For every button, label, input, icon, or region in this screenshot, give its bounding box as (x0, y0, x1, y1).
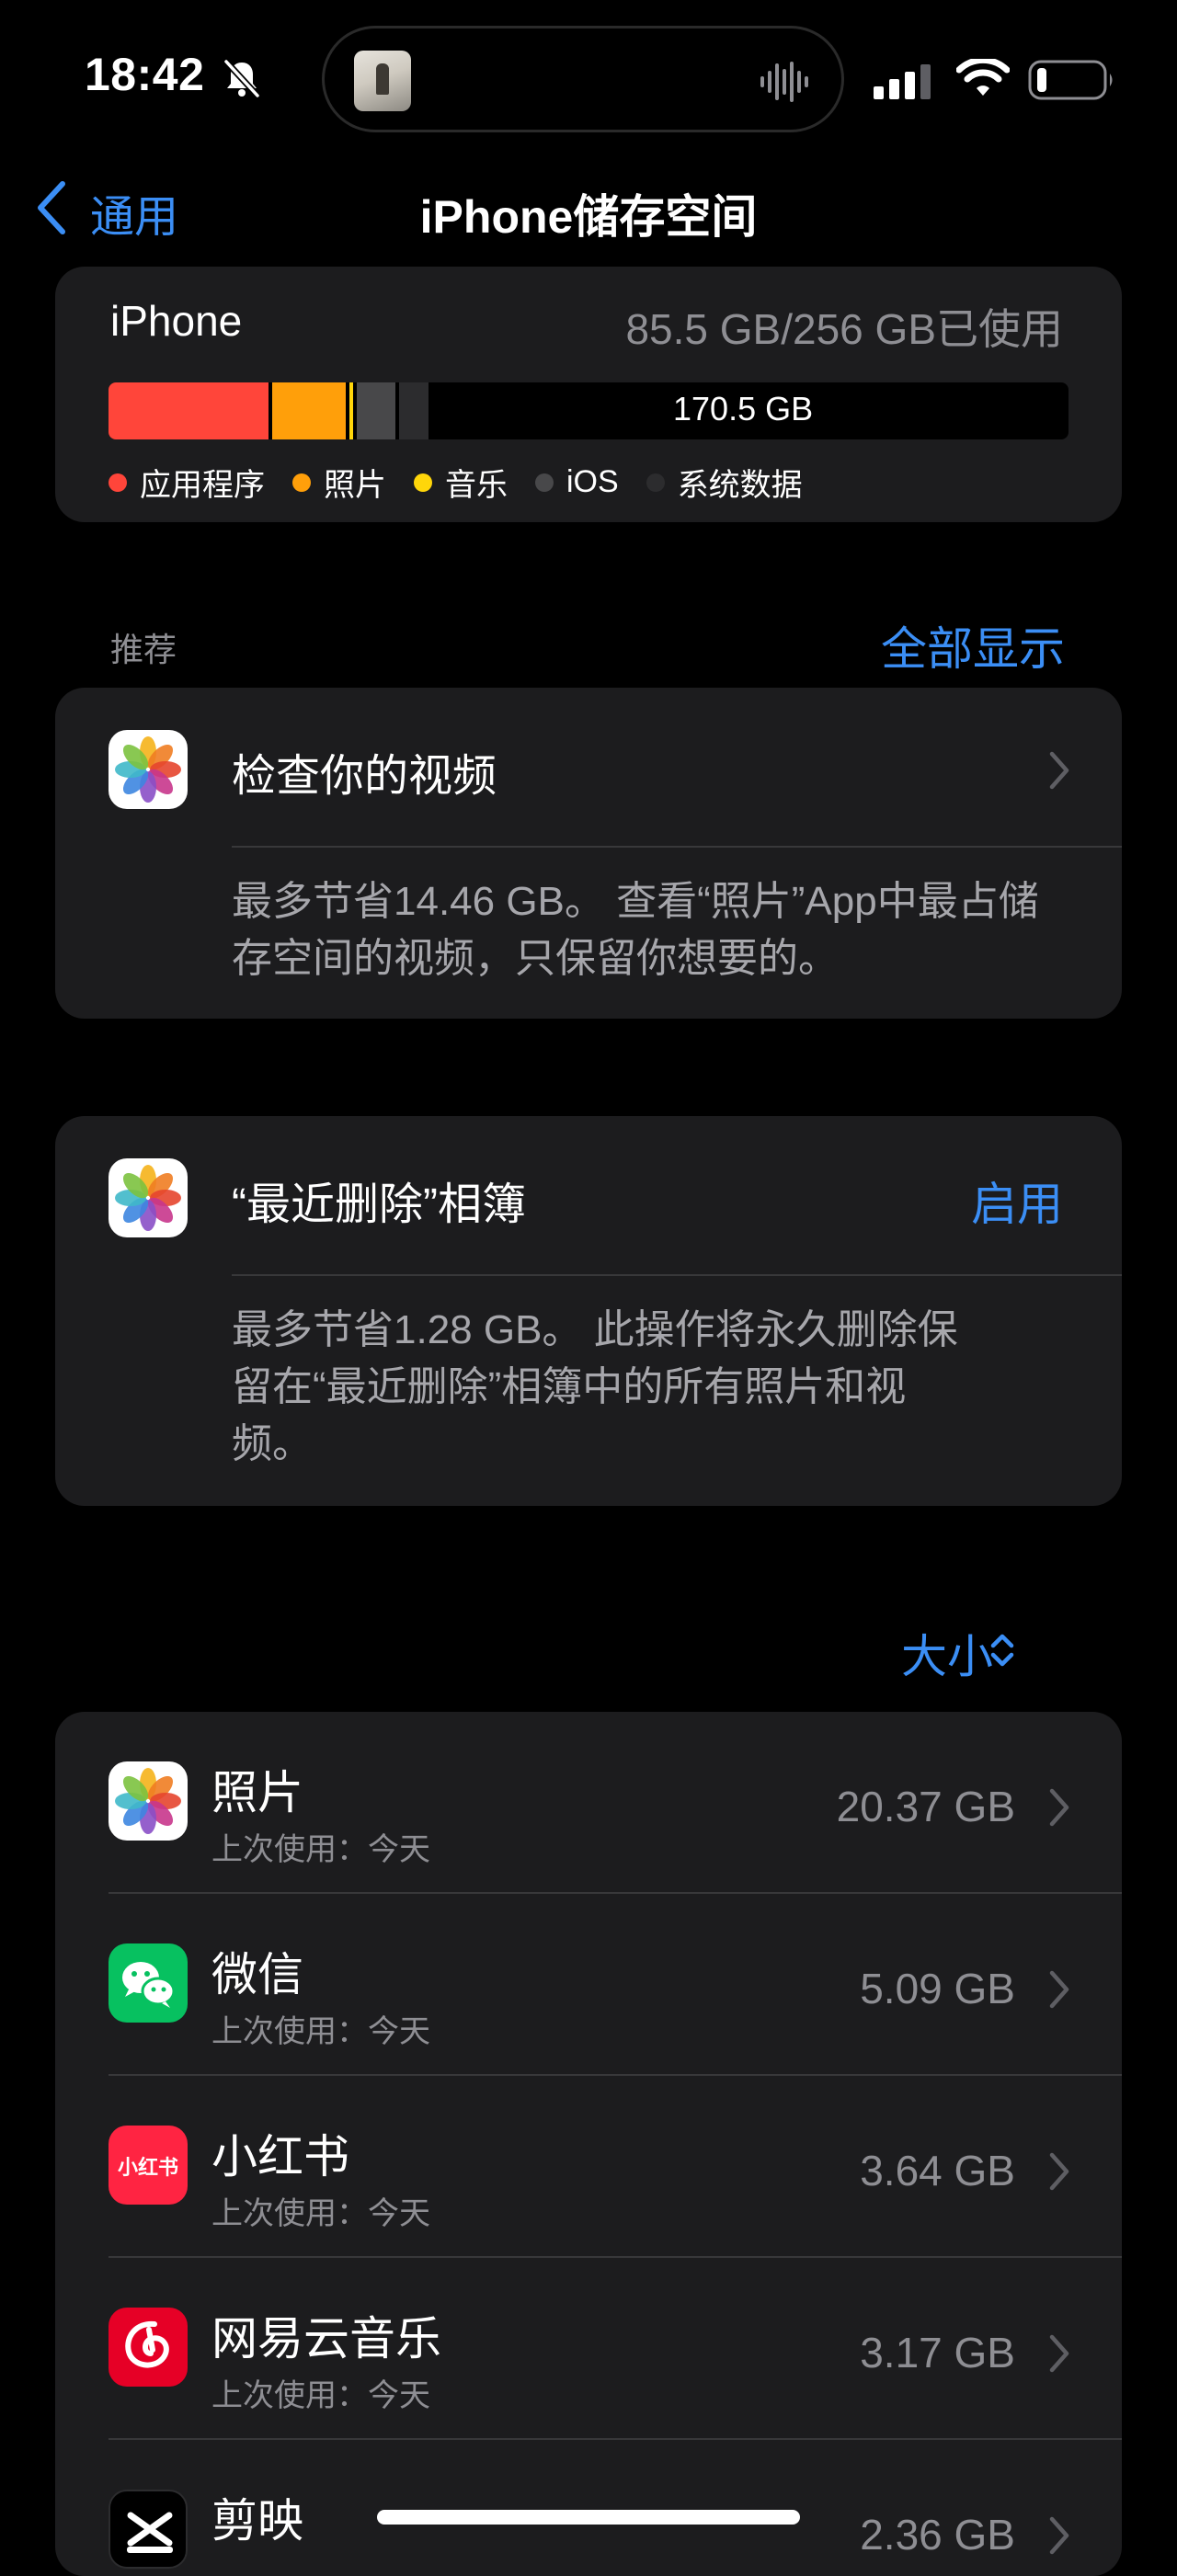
app-name: 小红书 (211, 2131, 349, 2183)
legend-item: 系统数据 (646, 460, 803, 505)
legend-item: 音乐 (414, 460, 508, 505)
chevron-right-icon (1048, 2151, 1070, 2192)
list-item[interactable]: 剪映 2.36 GB (55, 2440, 1122, 2576)
app-last-used: 上次使用：今天 (211, 2014, 430, 2049)
bar-segment-system-data (399, 382, 429, 439)
storage-usage-bar: 170.5 GB (109, 382, 1068, 439)
photos-icon (109, 730, 188, 809)
recommendation-title: “最近删除”相簿 (232, 1180, 526, 1229)
photos-icon (109, 1158, 188, 1237)
audio-waveform-icon (760, 62, 808, 102)
app-name: 网易云音乐 (211, 2313, 441, 2365)
legend-dot (535, 473, 554, 492)
xiaohongshu-logo-text: 小红书 (117, 2156, 178, 2179)
chevron-right-icon (1048, 2515, 1070, 2556)
storage-usage-text: 85.5 GB/256 GB已使用 (625, 305, 1063, 353)
wifi-icon (956, 59, 1010, 96)
bar-segment-photos (272, 382, 346, 439)
legend-item: 照片 (292, 460, 386, 505)
chevron-right-icon (1048, 1787, 1070, 1828)
battery-icon (1028, 60, 1113, 100)
legend-label: 应用程序 (140, 468, 265, 503)
enable-button[interactable]: 启用 (971, 1168, 1063, 1234)
app-name: 照片 (211, 1767, 303, 1818)
device-name: iPhone (110, 297, 243, 345)
show-all-button[interactable]: 全部显示 (881, 612, 1065, 678)
list-item[interactable]: 微信 上次使用：今天 5.09 GB (55, 1894, 1122, 2076)
legend-dot (292, 473, 311, 492)
bar-segment-apps (109, 382, 269, 439)
recommendation-review-videos[interactable]: 检查你的视频 最多节省14.46 GB。 查看“照片”App中最占储存空间的视频… (55, 688, 1122, 1019)
app-size: 3.64 GB (860, 2147, 1015, 2194)
bell-slash-icon (223, 59, 260, 98)
home-indicator[interactable] (377, 2510, 800, 2525)
storage-summary-card: iPhone 85.5 GB/256 GB已使用 170.5 GB 应用程序 照片… (55, 267, 1122, 522)
app-size: 20.37 GB (836, 1783, 1015, 1830)
list-item[interactable]: 照片 上次使用：今天 20.37 GB (55, 1712, 1122, 1894)
capcut-icon (109, 2490, 188, 2569)
dynamic-island[interactable] (322, 26, 844, 132)
app-name: 剪映 (211, 2495, 303, 2547)
storage-legend: 应用程序 照片 音乐 iOS 系统数据 (109, 460, 803, 505)
free-space-label: 170.5 GB (673, 390, 814, 427)
app-size: 2.36 GB (860, 2511, 1015, 2559)
recommendation-title: 检查你的视频 (232, 752, 497, 801)
recommendation-description: 最多节省14.46 GB。 查看“照片”App中最占储存空间的视频，只保留你想要… (232, 879, 1039, 981)
xiaohongshu-icon: 小红书 (109, 2126, 188, 2205)
status-time: 18:42 (85, 49, 205, 100)
bar-segment-music (349, 382, 353, 439)
wechat-icon (109, 1943, 188, 2023)
sort-chevrons-icon[interactable] (986, 1627, 1019, 1673)
legend-dot (109, 473, 127, 492)
sort-by-size-button[interactable]: 大小 (901, 1620, 993, 1686)
album-art-thumbnail (354, 51, 411, 111)
app-last-used: 上次使用：今天 (211, 2378, 430, 2413)
netease-music-icon (109, 2308, 188, 2387)
page-title: iPhone储存空间 (419, 191, 758, 243)
legend-dot (414, 473, 432, 492)
chevron-right-icon (1048, 1969, 1070, 2010)
legend-label: 系统数据 (677, 468, 803, 503)
divider (232, 846, 1122, 848)
app-name: 微信 (211, 1949, 303, 2000)
bar-segment-ios (357, 382, 395, 439)
legend-item: iOS (535, 464, 619, 500)
list-item[interactable]: 网易云音乐 上次使用：今天 3.17 GB (55, 2258, 1122, 2440)
recommendation-description: 最多节省1.28 GB。 此操作将永久删除保留在“最近删除”相簿中的所有照片和视… (232, 1307, 958, 1466)
app-last-used: 上次使用：今天 (211, 2196, 430, 2231)
chevron-right-icon (1048, 750, 1070, 791)
legend-item: 应用程序 (109, 460, 265, 505)
cellular-signal-icon (874, 64, 931, 99)
legend-label: 照片 (324, 468, 386, 503)
app-size: 5.09 GB (860, 1965, 1015, 2012)
recommendation-recently-deleted: “最近删除”相簿 启用 最多节省1.28 GB。 此操作将永久删除保留在“最近删… (55, 1116, 1122, 1506)
chevron-right-icon (1048, 2333, 1070, 2374)
list-item[interactable]: 小红书 小红书 上次使用：今天 3.64 GB (55, 2076, 1122, 2258)
legend-dot (646, 473, 665, 492)
app-last-used: 上次使用：今天 (211, 1832, 430, 1867)
divider (232, 1274, 1122, 1276)
app-list: 照片 上次使用：今天 20.37 GB 微信 上次使用：今天 5.09 GB 小… (55, 1712, 1122, 2576)
photos-icon (109, 1761, 188, 1841)
legend-label: 音乐 (445, 468, 508, 503)
section-label-recommendations: 推荐 (110, 631, 177, 668)
app-size: 3.17 GB (860, 2329, 1015, 2377)
legend-label: iOS (566, 464, 619, 499)
